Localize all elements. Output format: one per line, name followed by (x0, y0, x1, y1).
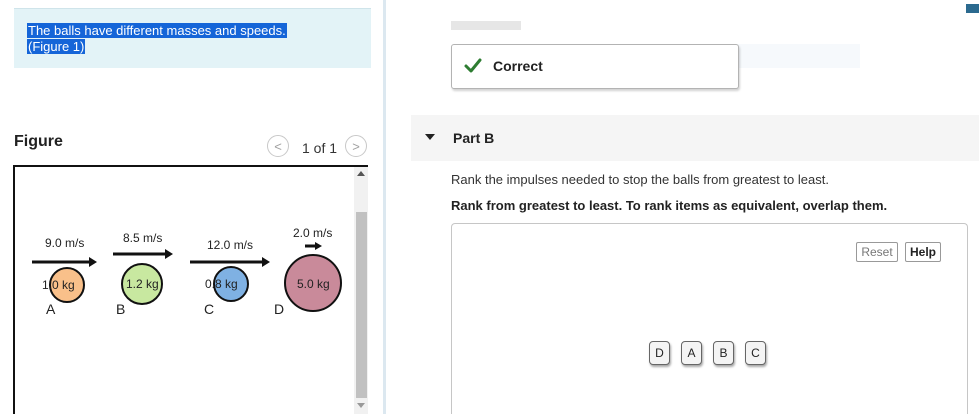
rank-tile-a[interactable]: A (681, 341, 702, 365)
part-b-title[interactable]: Part B (453, 130, 494, 146)
ball-d-letter: D (274, 301, 284, 317)
help-button[interactable]: Help (905, 242, 941, 262)
balls-figure: 9.0 m/s 1.0 kg A 8.5 m/s 1.2 kg B 12.0 m… (32, 226, 342, 317)
ball-a-mass: 1.0 kg (42, 278, 75, 292)
ball-d-mass: 5.0 kg (297, 277, 330, 291)
figure-scrollbar-thumb[interactable] (356, 212, 367, 398)
ball-c-mass: 0.8 kg (205, 277, 238, 291)
instruction-text: Rank from greatest to least. To rank ite… (451, 198, 888, 213)
scroll-up-arrow-icon[interactable] (357, 171, 365, 176)
ball-a-letter: A (46, 301, 56, 317)
scroll-down-arrow-icon[interactable] (357, 403, 365, 408)
ball-b-letter: B (116, 301, 125, 317)
ball-b-speed: 8.5 m/s (123, 231, 162, 245)
question-text: Rank the impulses needed to stop the bal… (451, 172, 829, 187)
panel-divider[interactable] (383, 0, 386, 414)
chevron-right-icon: > (352, 139, 360, 154)
ball-a: 9.0 m/s 1.0 kg A (32, 236, 97, 317)
figure-link[interactable]: (Figure 1) (27, 38, 86, 56)
ball-c-letter: C (204, 301, 214, 317)
ball-c-speed: 12.0 m/s (207, 238, 253, 252)
figure-label: Figure (14, 133, 63, 150)
caret-down-icon[interactable] (425, 134, 435, 140)
ball-d-speed: 2.0 m/s (293, 226, 332, 240)
top-placeholder-bar (451, 21, 521, 30)
checkmark-icon (464, 58, 482, 73)
ball-b: 8.5 m/s 1.2 kg B (113, 231, 173, 317)
ball-d: 2.0 m/s 5.0 kg D (274, 226, 342, 317)
rank-tile-d[interactable]: D (649, 341, 670, 365)
reset-button[interactable]: Reset (856, 242, 898, 262)
chevron-left-icon: < (274, 139, 282, 154)
feedback-status: Correct (493, 58, 543, 74)
rank-tile-b[interactable]: B (713, 341, 734, 365)
previous-figure-button[interactable]: < (267, 135, 289, 157)
next-figure-button[interactable]: > (345, 135, 367, 157)
part-b-header[interactable] (411, 115, 979, 161)
ball-b-mass: 1.2 kg (126, 277, 159, 291)
corner-menu-icon[interactable] (966, 4, 979, 13)
figure-pager-count: 1 of 1 (302, 140, 338, 156)
figure-frame: 9.0 m/s 1.0 kg A 8.5 m/s 1.2 kg B 12.0 m… (13, 165, 368, 414)
rank-tile-c[interactable]: C (745, 341, 766, 365)
ball-a-speed: 9.0 m/s (45, 236, 84, 250)
ball-c: 12.0 m/s 0.8 kg C (190, 238, 270, 317)
